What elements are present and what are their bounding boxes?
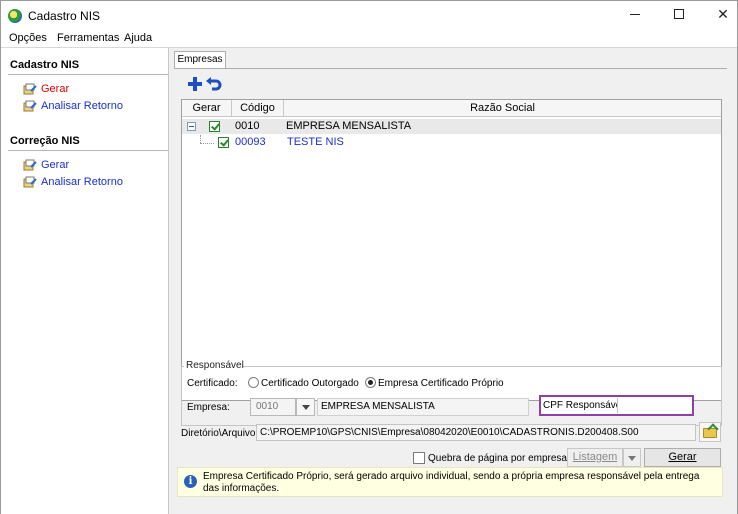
sidebar-header-correcao-nis: Correção NIS	[10, 135, 80, 147]
menu-ferramentas[interactable]: Ferramentas	[57, 32, 119, 44]
quebra-pagina-checkbox[interactable]	[413, 452, 425, 464]
table-row[interactable]: 0010 EMPRESA MENSALISTA	[182, 119, 721, 134]
info-text: Empresa Certificado Próprio, será gerado…	[203, 471, 700, 494]
main-panel: Empresas Gerar Código Razão Social 0010 …	[169, 48, 737, 514]
group-legend: Responsável	[186, 360, 244, 371]
table-row[interactable]: 00093 TESTE NIS	[182, 135, 721, 150]
row-checkbox[interactable]	[209, 121, 220, 132]
listagem-dropdown-button[interactable]	[623, 448, 641, 467]
menu-bar: Opções Ferramentas Ajuda	[1, 31, 737, 48]
empresa-name-field: EMPRESA MENSALISTA	[317, 398, 529, 416]
browse-folder-button[interactable]	[699, 422, 721, 442]
row-name: EMPRESA MENSALISTA	[286, 120, 412, 132]
divider	[8, 74, 168, 75]
cpf-label: CPF Responsável:	[543, 400, 627, 411]
diretorio-arquivo-field[interactable]: C:\PROEMP10\GPS\CNIS\Empresa\08042020\E0…	[256, 424, 696, 441]
cpf-responsavel-box: CPF Responsável:	[539, 395, 694, 416]
empresa-code-select[interactable]: 0010	[250, 398, 296, 416]
add-icon[interactable]	[186, 75, 204, 93]
sidebar-link-label: Analisar Retorno	[41, 176, 123, 188]
chevron-down-icon[interactable]	[296, 398, 315, 416]
document-edit-icon	[23, 159, 37, 171]
row-code: 0010	[235, 120, 260, 132]
menu-opcoes[interactable]: Opções	[9, 32, 47, 44]
radio-label-proprio[interactable]: Empresa Certificado Próprio	[378, 378, 504, 389]
sidebar-link-label: Gerar	[41, 83, 70, 95]
row-name: TESTE NIS	[287, 136, 344, 148]
radio-certificado-outorgado[interactable]	[248, 377, 259, 388]
companies-grid[interactable]: Gerar Código Razão Social 0010 EMPRESA M…	[181, 99, 722, 401]
close-button[interactable]: ✕	[701, 1, 738, 31]
listagem-button[interactable]: Listagem	[567, 448, 623, 467]
window-title: Cadastro NIS	[28, 9, 101, 23]
tree-connector	[200, 143, 214, 144]
tab-divider	[174, 68, 727, 69]
minimize-button[interactable]	[613, 1, 657, 31]
tab-empresas[interactable]: Empresas	[174, 51, 226, 69]
menu-ajuda[interactable]: Ajuda	[124, 32, 152, 44]
radio-empresa-certificado-proprio[interactable]	[365, 377, 376, 388]
gerar-button[interactable]: Gerar	[644, 448, 721, 467]
title-bar: Cadastro NIS ✕	[1, 1, 737, 31]
row-checkbox[interactable]	[218, 137, 229, 148]
column-header-gerar[interactable]: Gerar	[182, 100, 232, 117]
maximize-icon	[674, 8, 684, 19]
document-edit-icon	[23, 83, 37, 95]
sidebar: Cadastro NIS Gerar Analisar Retorno Corr…	[1, 48, 169, 514]
maximize-button[interactable]	[657, 1, 701, 31]
column-header-razao-social[interactable]: Razão Social	[284, 100, 721, 117]
radio-label-outorgado[interactable]: Certificado Outorgado	[261, 378, 359, 389]
info-icon: i	[184, 475, 197, 488]
minimize-icon	[630, 14, 640, 15]
document-edit-icon	[23, 100, 37, 112]
app-window: Cadastro NIS ✕ Opções Ferramentas Ajuda …	[0, 0, 738, 514]
sidebar-link-label: Analisar Retorno	[41, 100, 123, 112]
app-logo-icon	[8, 9, 22, 23]
cpf-input[interactable]	[617, 398, 691, 413]
grid-header: Gerar Código Razão Social	[182, 100, 721, 117]
quebra-pagina-label[interactable]: Quebra de página por empresa	[428, 453, 567, 464]
sidebar-header-cadastro-nis: Cadastro NIS	[10, 59, 80, 71]
undo-icon[interactable]	[205, 75, 223, 93]
info-message: i Empresa Certificado Próprio, será gera…	[177, 467, 723, 497]
document-edit-icon	[23, 176, 37, 188]
row-code: 00093	[235, 136, 266, 148]
collapse-icon[interactable]	[187, 122, 196, 131]
divider	[8, 150, 168, 151]
tree-connector	[200, 135, 201, 143]
close-icon: ✕	[717, 7, 729, 23]
sidebar-link-label: Gerar	[41, 159, 70, 171]
column-header-codigo[interactable]: Código	[232, 100, 284, 117]
empresa-label: Empresa:	[187, 402, 230, 413]
certificado-label: Certificado:	[187, 378, 238, 389]
diretorio-label: Diretório\Arquivo:	[181, 428, 259, 439]
